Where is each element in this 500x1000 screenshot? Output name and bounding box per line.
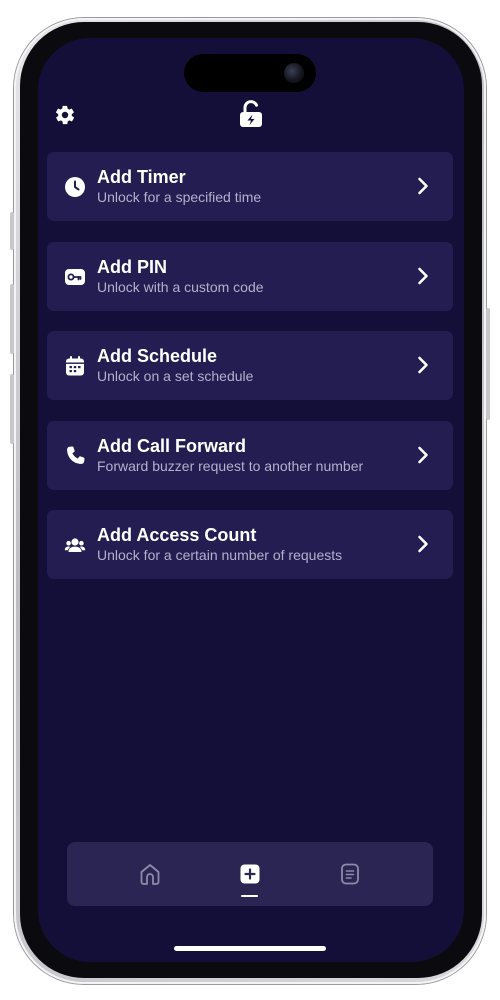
- tab-bar: [67, 842, 433, 906]
- item-subtitle: Unlock with a custom code: [97, 278, 264, 295]
- clock-icon: [64, 176, 86, 198]
- users-icon: [64, 534, 86, 556]
- item-title: Add Schedule: [97, 346, 218, 366]
- app-screen: Add Timer Unlock for a specified time Ad…: [38, 38, 464, 962]
- add-access-count-item[interactable]: Add Access Count Unlock for a certain nu…: [47, 510, 453, 579]
- item-subtitle: Unlock for a certain number of requests: [97, 547, 343, 563]
- home-indicator: [174, 946, 326, 951]
- chevron-right-icon: [417, 177, 429, 195]
- chevron-right-icon: [417, 356, 429, 374]
- calendar-icon: [64, 355, 86, 377]
- add-rule-menu: Add Timer Unlock for a specified time Ad…: [47, 152, 453, 600]
- item-title: Add Timer: [97, 167, 186, 187]
- dynamic-island: [184, 54, 316, 92]
- tab-add[interactable]: [237, 860, 263, 888]
- add-timer-item[interactable]: Add Timer Unlock for a specified time: [47, 152, 453, 221]
- chevron-right-icon: [417, 267, 429, 285]
- item-subtitle: Unlock on a set schedule: [97, 368, 254, 384]
- tab-log[interactable]: [337, 860, 363, 888]
- gear-icon[interactable]: [54, 104, 76, 126]
- home-icon: [140, 864, 160, 885]
- add-schedule-item[interactable]: Add Schedule Unlock on a set schedule: [47, 331, 453, 400]
- item-title: Add Call Forward: [97, 435, 247, 456]
- volume-up-button: [10, 284, 14, 354]
- plus-square-icon: [240, 864, 260, 884]
- action-button: [10, 212, 14, 250]
- item-subtitle: Unlock for a specified time: [97, 189, 262, 205]
- add-pin-item[interactable]: Add PIN Unlock with a custom code: [47, 241, 453, 311]
- item-title: Add PIN: [97, 256, 167, 277]
- chevron-right-icon: [417, 446, 429, 464]
- item-title: Add Access Count: [97, 525, 257, 545]
- add-call-forward-item[interactable]: Add Call Forward Forward buzzer request …: [47, 420, 453, 490]
- unlock-bolt-icon: [238, 100, 264, 128]
- key-icon: [64, 266, 86, 288]
- tab-home[interactable]: [137, 860, 163, 888]
- item-subtitle: Forward buzzer request to another number: [97, 457, 364, 474]
- power-button: [486, 308, 490, 420]
- active-tab-indicator: [241, 895, 258, 897]
- phone-icon: [64, 445, 86, 467]
- chevron-right-icon: [417, 535, 429, 553]
- document-icon: [341, 863, 359, 885]
- front-camera: [284, 63, 304, 83]
- volume-down-button: [10, 374, 14, 444]
